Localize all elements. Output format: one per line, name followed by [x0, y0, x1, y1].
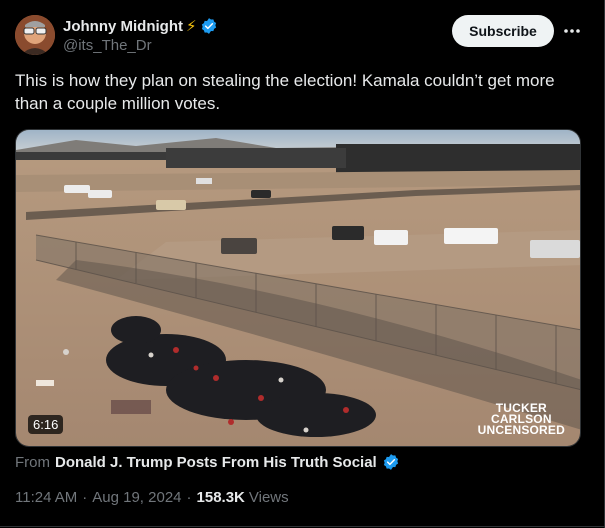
separator-dot: · [186, 489, 192, 506]
post-time[interactable]: 11:24 AM [15, 489, 77, 506]
post-date[interactable]: Aug 19, 2024 [92, 489, 181, 506]
bottom-divider [0, 526, 605, 527]
tweet-text: This is how they plan on stealing the el… [15, 71, 555, 113]
verified-badge-icon [200, 17, 218, 35]
video-frame [16, 130, 580, 446]
author-handle[interactable]: @its_The_Dr [63, 37, 218, 54]
author-names: Johnny Midnight ⚡ @its_The_Dr [63, 16, 218, 54]
views-label: Views [248, 489, 289, 506]
more-horizontal-icon[interactable] [562, 21, 582, 41]
lightning-emoji: ⚡ [185, 18, 197, 35]
avatar[interactable] [15, 15, 55, 55]
source-attribution: From Donald J. Trump Posts From His Trut… [15, 453, 400, 471]
post-meta: 11:24 AM · Aug 19, 2024 · 158.3K Views [15, 489, 289, 506]
verified-badge-icon [382, 453, 400, 471]
separator-dot: · [82, 489, 88, 506]
watermark-line-3: UNCENSORED [477, 423, 565, 437]
source-from-label: From [15, 453, 50, 471]
post-header: Johnny Midnight ⚡ @its_The_Dr Subscribe [15, 15, 590, 55]
views-count[interactable]: 158.3K [197, 489, 245, 506]
video-duration: 6:16 [28, 415, 64, 434]
video-player[interactable]: 6:16 TUCKER CARLSON UNCENSORED [15, 129, 581, 447]
source-name-link[interactable]: Donald J. Trump Posts From His Truth Soc… [55, 454, 377, 471]
watermark-logo: TUCKER CARLSON UNCENSORED [477, 402, 565, 437]
display-name[interactable]: Johnny Midnight [63, 18, 183, 35]
subscribe-button[interactable]: Subscribe [452, 15, 554, 47]
display-name-row[interactable]: Johnny Midnight ⚡ [63, 16, 218, 36]
